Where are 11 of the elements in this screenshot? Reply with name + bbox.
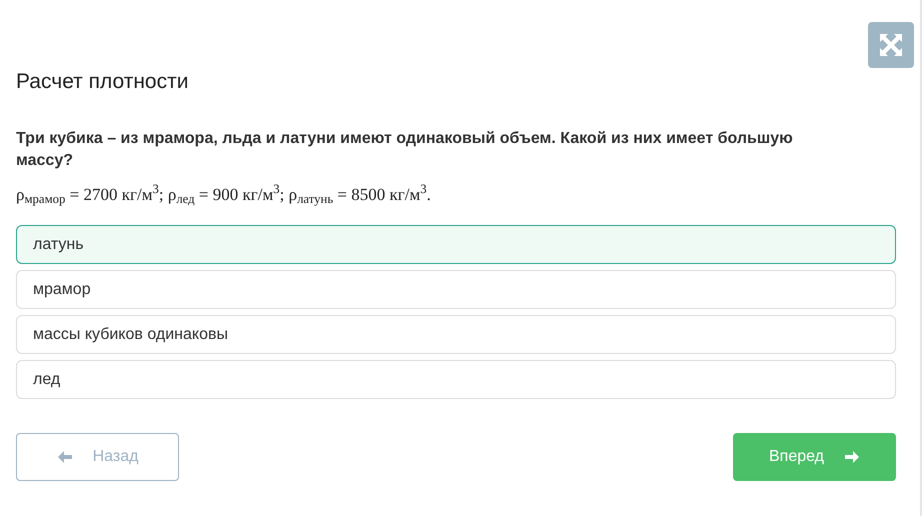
arrow-right-icon: [844, 450, 860, 464]
answer-option[interactable]: массы кубиков одинаковы: [16, 315, 896, 354]
fullscreen-button[interactable]: [868, 22, 914, 68]
page-title: Расчет плотности: [16, 69, 190, 95]
answer-option[interactable]: мрамор: [16, 270, 896, 309]
answer-option[interactable]: латунь: [16, 225, 896, 264]
formula-text: ρ$_{мрамор}$ = 2700 кг/м$^{3}$; ρ$_{лед}$ = 900 кг/м$^{3}$; ρ$_{латунь}$ = 8500 кг/м$^{3}$.: [16, 182, 432, 207]
expand-icon: [879, 33, 903, 57]
question-text: Три кубика – из мрамора, льда и латуни имеют одинаковый объем. Какой из них имеет большую массу?: [16, 128, 794, 170]
answer-option[interactable]: лед: [16, 360, 896, 399]
arrow-left-icon: [56, 450, 73, 464]
